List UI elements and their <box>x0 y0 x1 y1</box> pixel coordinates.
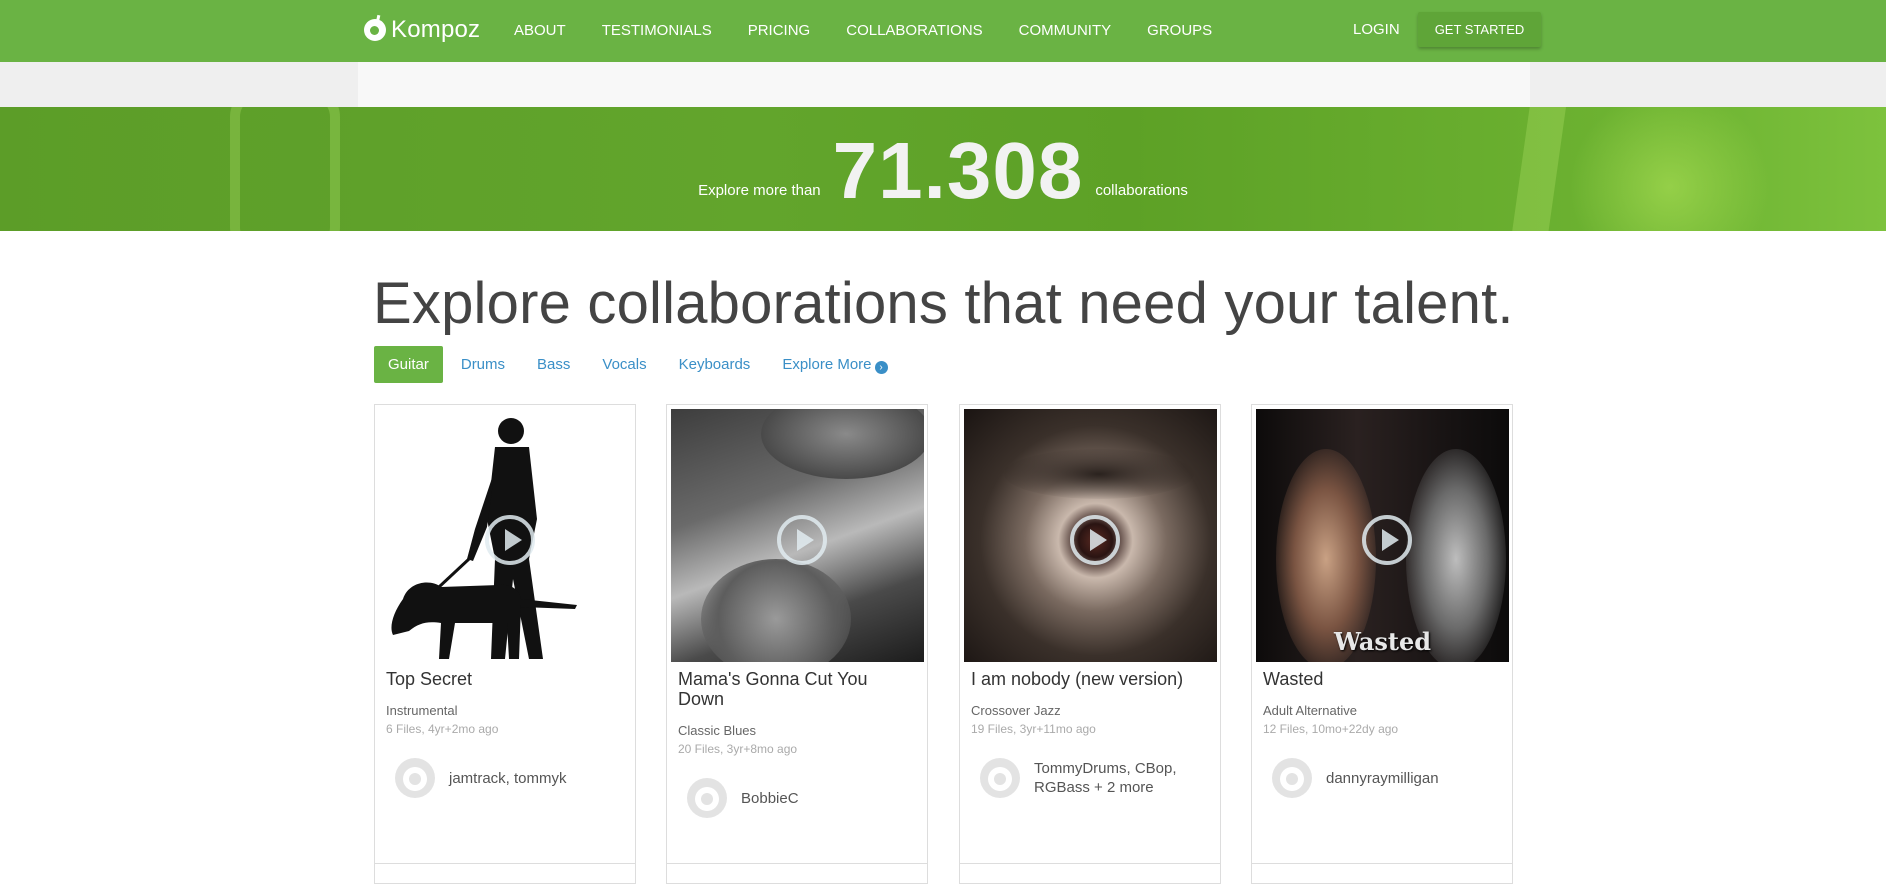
card-genre: Crossover Jazz <box>971 703 1061 718</box>
collaboration-card[interactable]: I am nobody (new version) Crossover Jazz… <box>959 404 1221 884</box>
card-genre: Instrumental <box>386 703 458 718</box>
kompoz-note-icon <box>364 19 386 41</box>
banner-text: Explore more than 71.308 collaborations <box>0 107 1886 231</box>
login-link[interactable]: LOGIN <box>1353 21 1400 38</box>
cover-art-image[interactable] <box>964 409 1217 662</box>
avatar[interactable] <box>395 758 435 798</box>
logo-text: Kompoz <box>391 16 481 43</box>
banner-suffix: collaborations <box>1095 182 1188 199</box>
card-divider <box>960 863 1220 864</box>
collaborator-names[interactable]: BobbieC <box>741 789 799 808</box>
collaborators: BobbieC <box>687 778 799 818</box>
explore-more-label: Explore More <box>782 355 872 373</box>
avatar[interactable] <box>980 758 1020 798</box>
cover-art-image[interactable]: Wasted <box>1256 409 1509 662</box>
sub-strip <box>0 62 1886 107</box>
card-meta: 19 Files, 3yr+11mo ago <box>971 722 1096 736</box>
play-button[interactable] <box>1362 515 1412 565</box>
nav-links: ABOUT TESTIMONIALS PRICING COLLABORATION… <box>514 0 1248 60</box>
card-genre: Adult Alternative <box>1263 703 1357 718</box>
wasted-logo-text: Wasted <box>1333 627 1432 656</box>
nav-link-groups[interactable]: GROUPS <box>1147 22 1212 39</box>
cover-art-image[interactable] <box>379 409 632 662</box>
top-navbar: Kompoz ABOUT TESTIMONIALS PRICING COLLAB… <box>0 0 1886 62</box>
hat-shape <box>761 409 924 479</box>
tab-vocals[interactable]: Vocals <box>602 356 646 373</box>
tab-bass[interactable]: Bass <box>537 356 570 373</box>
tab-drums[interactable]: Drums <box>461 356 505 373</box>
collaborators: TommyDrums, CBop, RGBass + 2 more <box>980 758 1194 798</box>
tab-guitar[interactable]: Guitar <box>374 346 443 383</box>
play-button[interactable] <box>1070 515 1120 565</box>
collaboration-count: 71.308 <box>832 126 1084 215</box>
nav-link-testimonials[interactable]: TESTIMONIALS <box>602 22 712 39</box>
eyebrow-shape <box>1004 449 1194 499</box>
card-divider <box>375 863 635 864</box>
instrument-tabs: Guitar Drums Bass Vocals Keyboards Explo… <box>374 346 920 383</box>
collaborator-names[interactable]: jamtrack, tommyk <box>449 769 567 788</box>
card-divider <box>667 863 927 864</box>
play-button[interactable] <box>777 515 827 565</box>
explore-more-link[interactable]: Explore More › <box>782 355 888 374</box>
sub-strip-inner <box>358 62 1530 107</box>
collaborators: jamtrack, tommyk <box>395 758 567 798</box>
collaboration-card[interactable]: Top Secret Instrumental 6 Files, 4yr+2mo… <box>374 404 636 884</box>
nav-link-community[interactable]: COMMUNITY <box>1019 22 1112 39</box>
card-genre: Classic Blues <box>678 723 757 738</box>
card-divider <box>1252 863 1512 864</box>
collaborator-names[interactable]: dannyraymilligan <box>1326 769 1439 788</box>
get-started-button[interactable]: GET STARTED <box>1417 12 1542 47</box>
avatar[interactable] <box>687 778 727 818</box>
avatar[interactable] <box>1272 758 1312 798</box>
page-headline: Explore collaborations that need your ta… <box>373 271 1514 336</box>
collaboration-card[interactable]: Wasted Wasted Adult Alternative 12 Files… <box>1251 404 1513 884</box>
tab-keyboards[interactable]: Keyboards <box>679 356 751 373</box>
chevron-right-circle-icon: › <box>874 360 888 374</box>
cover-art-image[interactable] <box>671 409 924 662</box>
nav-link-collaborations[interactable]: COLLABORATIONS <box>846 22 982 39</box>
banner-prefix: Explore more than <box>698 182 821 199</box>
card-meta: 12 Files, 10mo+22dy ago <box>1263 722 1399 736</box>
card-title[interactable]: I am nobody (new version) <box>971 669 1211 689</box>
nav-right: LOGIN GET STARTED <box>1353 12 1542 47</box>
collaborator-names[interactable]: TommyDrums, CBop, RGBass + 2 more <box>1034 759 1194 797</box>
card-title[interactable]: Wasted <box>1263 669 1503 689</box>
card-meta: 6 Files, 4yr+2mo ago <box>386 722 499 736</box>
collaboration-card[interactable]: Mama's Gonna Cut You Down Classic Blues … <box>666 404 928 884</box>
card-title[interactable]: Top Secret <box>386 669 626 689</box>
card-title[interactable]: Mama's Gonna Cut You Down <box>678 669 918 709</box>
stats-banner: Explore more than 71.308 collaborations <box>0 107 1886 231</box>
guitar-body-shape <box>701 559 851 662</box>
play-button[interactable] <box>485 515 535 565</box>
collaborators: dannyraymilligan <box>1272 758 1439 798</box>
card-meta: 20 Files, 3yr+8mo ago <box>678 742 798 756</box>
nav-link-about[interactable]: ABOUT <box>514 22 566 39</box>
nav-link-pricing[interactable]: PRICING <box>748 22 811 39</box>
logo[interactable]: Kompoz <box>364 16 480 44</box>
